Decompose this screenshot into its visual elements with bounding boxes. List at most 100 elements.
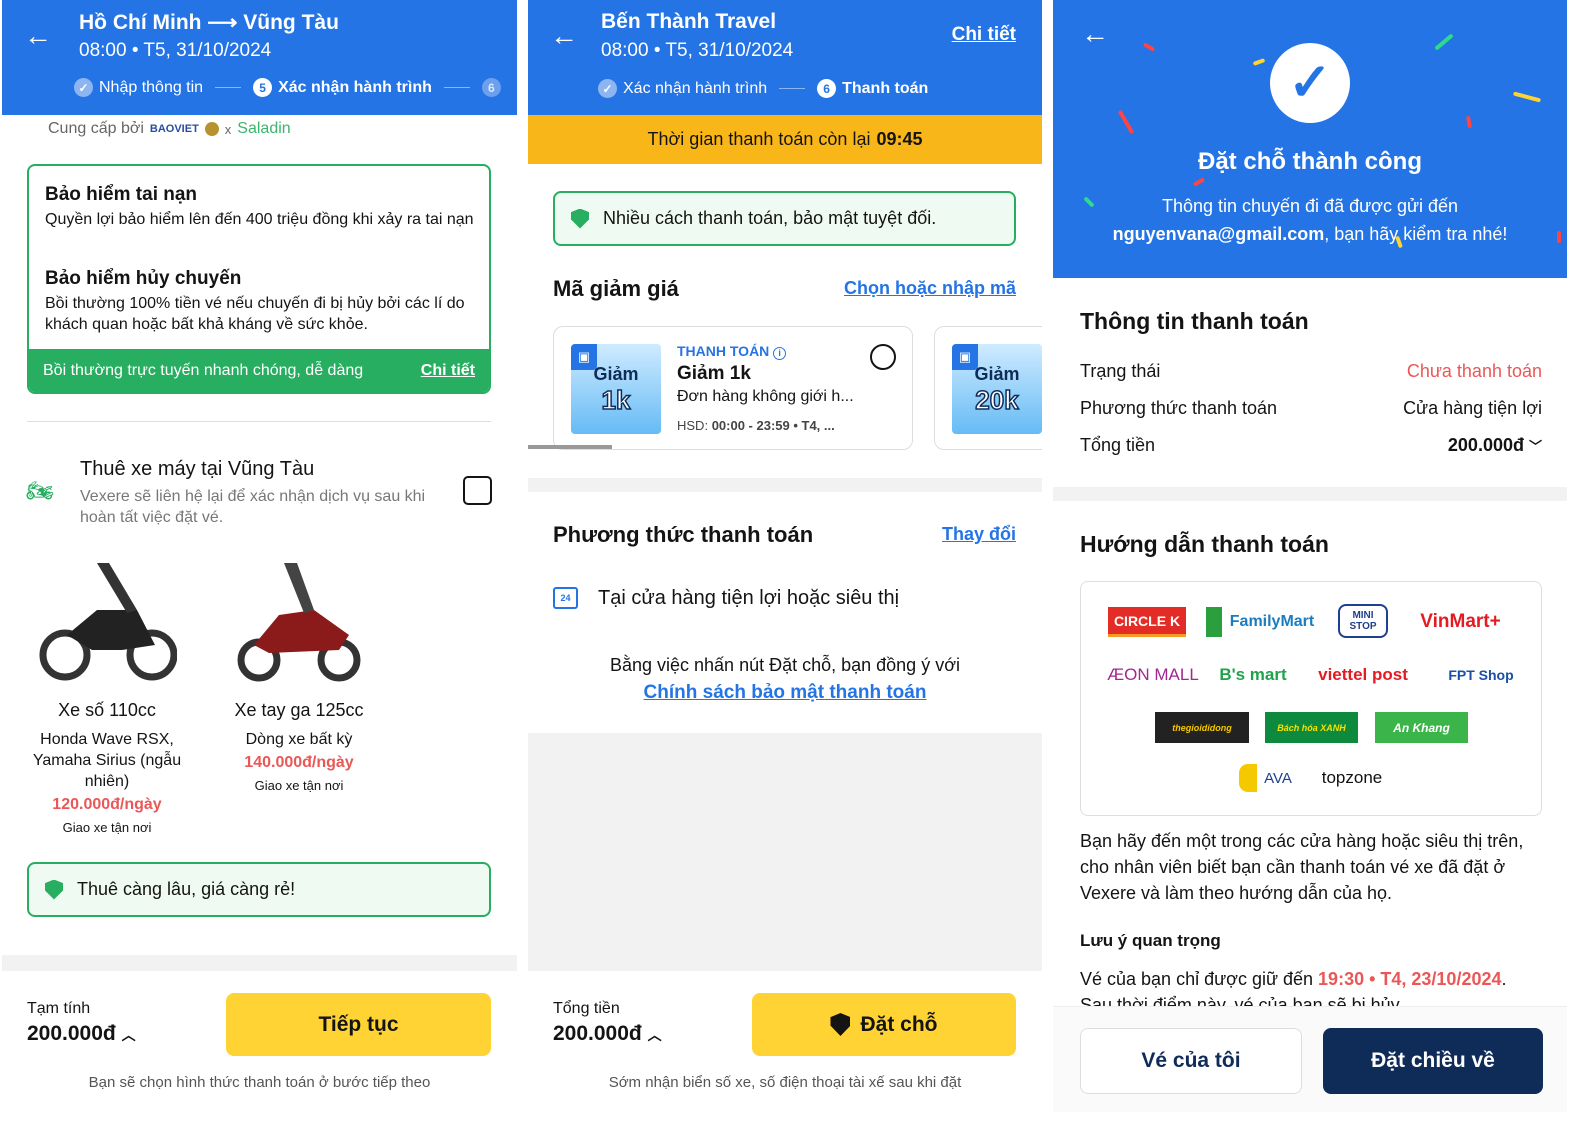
insurance-title: Bảo hiểm tai nạn (45, 184, 198, 205)
step-number: 6 (817, 79, 837, 98)
bike-option[interactable]: Xe tay ga 125cc Dòng xe bất kỳ 140.000đ/… (214, 555, 384, 793)
book-button[interactable]: Đặt chỗ (752, 993, 1016, 1056)
empty-area (528, 733, 1042, 971)
email: nguyenvana@gmail.com (1112, 224, 1325, 244)
hold-deadline: 19:30 • T4, 23/10/2024 (1318, 969, 1502, 989)
book-button-label: Đặt chỗ (860, 1012, 938, 1036)
scooter-image (39, 563, 178, 681)
notice-prefix: Vé của bạn chỉ được giữ đến (1080, 969, 1319, 989)
shield-check-icon (45, 879, 63, 900)
voucher-expiry: HSD: 00:00 - 23:59 • T4, ... (677, 418, 835, 433)
chevron-up-icon: ︿ (647, 1027, 662, 1043)
check-prompt: , bạn hãy kiểm tra nhé! (1324, 224, 1508, 244)
motorbike-icon: 🏍 (26, 478, 54, 503)
voucher-card[interactable]: ▣ Giảm 20k (934, 326, 1042, 450)
expiry-label: HSD: (677, 418, 709, 433)
secure-note-text: Nhiều cách thanh toán, bảo mật tuyệt đối… (603, 208, 937, 228)
screen-booking-success: ← ✓ Đặt chỗ thành công Thông tin chuyến … (1053, 0, 1567, 1112)
return-trip-button[interactable]: Đặt chiều về (1323, 1028, 1543, 1094)
rental-checkbox[interactable] (463, 476, 492, 505)
success-check-icon: ✓ (1270, 43, 1350, 123)
voucher-radio[interactable] (870, 344, 896, 370)
store-logos-box: CIRCLE K FamilyMart MINI STOP VinMart+ Æ… (1080, 581, 1542, 816)
confetti-piece (1434, 33, 1454, 51)
bike-delivery: Giao xe tận nơi (62, 820, 152, 835)
shield-check-icon (571, 208, 589, 229)
back-arrow-icon[interactable]: ← (24, 20, 52, 52)
voucher-image: ▣ Giảm 20k (952, 344, 1042, 434)
step-divider (215, 87, 242, 88)
step-label: Xác nhận hành trình (623, 79, 768, 97)
insurance-desc: Quyền lợi bảo hiểm lên đến 400 triệu đồn… (45, 211, 474, 228)
privacy-policy-link[interactable]: Chính sách bảo mật thanh toán (528, 682, 1042, 704)
timer-label: Thời gian thanh toán còn lại (647, 129, 871, 149)
insurance-card: Bảo hiểm tai nạn Quyền lợi bảo hiểm lên … (27, 164, 491, 394)
discount-title: Mã giảm giá (553, 276, 679, 301)
info-label: Trạng thái (1080, 361, 1161, 381)
bus-icon: ▣ (571, 344, 597, 370)
bike-delivery: Giao xe tận nơi (254, 778, 344, 793)
total-value[interactable]: 200.000đ ﹀ (1448, 435, 1542, 456)
insurance-item: Bảo hiểm hủy chuyến Bồi thường 100% tiền… (45, 268, 475, 335)
ava-logo: AVA (1239, 764, 1299, 792)
choose-code-link[interactable]: Chọn hoặc nhập mã (844, 278, 1016, 299)
departure-time: 08:00 • T5, 31/10/2024 (601, 40, 794, 61)
success-line2: nguyenvana@gmail.com, bạn hãy kiểm tra n… (1053, 224, 1567, 245)
back-arrow-icon[interactable]: ← (1081, 18, 1109, 50)
chevron-down-icon: ﹀ (1528, 439, 1542, 454)
header: ← Hồ Chí Minh ⟶ Vũng Tàu 08:00 • T5, 31/… (2, 0, 517, 115)
secure-note: Nhiều cách thanh toán, bảo mật tuyệt đối… (553, 191, 1016, 246)
operator-title: Bến Thành Travel (601, 10, 777, 33)
voucher-card[interactable]: ▣ Giảm 1k THANH TOÁN i Giảm 1k Đơn hàng … (553, 326, 913, 450)
rental-title: Thuê xe máy tại Vũng Tàu (80, 458, 315, 480)
detail-link[interactable]: Chi tiết (952, 24, 1016, 46)
continue-button[interactable]: Tiếp tục (226, 993, 491, 1056)
confetti-piece (1117, 109, 1135, 135)
back-arrow-icon[interactable]: ← (550, 20, 578, 52)
my-tickets-button[interactable]: Vé của tôi (1080, 1028, 1302, 1094)
insurance-footer-text: Bồi thường trực tuyến nhanh chóng, dễ dà… (43, 361, 364, 379)
screen-payment: ← Bến Thành Travel 08:00 • T5, 31/10/202… (528, 0, 1042, 1112)
bike-name: Xe số 110cc (58, 700, 156, 720)
info-row: Trạng thái Chưa thanh toán (1080, 361, 1542, 382)
confetti-piece (1142, 42, 1156, 52)
success-title: Đặt chỗ thành công (1198, 148, 1422, 175)
total-value[interactable]: 200.000đ ︿ (553, 1022, 662, 1046)
success-header: ← ✓ Đặt chỗ thành công Thông tin chuyến … (1053, 0, 1567, 278)
subtotal-value[interactable]: 200.000đ ︿ (27, 1022, 136, 1046)
total-amount: 200.000đ (553, 1022, 642, 1045)
payment-info-title: Thông tin thanh toán (1080, 308, 1309, 334)
step-number: 6 (481, 78, 501, 97)
payment-method-value: Tại cửa hàng tiện lợi hoặc siêu thị (598, 587, 900, 609)
baoviet-globe-icon (204, 122, 219, 136)
bike-option[interactable]: Xe số 110cc Honda Wave RSX, Yamaha Siriu… (22, 555, 192, 835)
step-label: Nhập thông tin (99, 78, 204, 96)
store-24h-icon: 24 (553, 587, 578, 609)
saladin-logo: Saladin (237, 120, 291, 137)
info-row[interactable]: Tổng tiền 200.000đ ﹀ (1080, 435, 1542, 456)
horizontal-scrollbar[interactable] (528, 445, 612, 449)
rental-desc: Vexere sẽ liên hệ lại để xác nhận dịch v… (80, 488, 426, 526)
insurance-detail-link[interactable]: Chi tiết (421, 362, 475, 380)
voucher-image-value: 1k (601, 384, 631, 416)
ankhang-logo: An Khang (1375, 712, 1468, 743)
change-method-link[interactable]: Thay đổi (942, 524, 1016, 545)
payment-method-title: Phương thức thanh toán (553, 522, 814, 547)
voucher-tag-text: THANH TOÁN (677, 343, 770, 359)
section-gap (528, 478, 1042, 492)
payment-timer: Thời gian thanh toán còn lại 09:45 (528, 115, 1042, 164)
aeonmall-logo: ÆON MALL (1107, 665, 1199, 684)
screen-trip-confirmation: ← Hồ Chí Minh ⟶ Vũng Tàu 08:00 • T5, 31/… (2, 0, 517, 1112)
total-label: Tổng tiền (553, 1000, 620, 1017)
success-line1: Thông tin chuyến đi đã được gửi đến (1161, 196, 1459, 216)
bachhoaxanh-logo: Bách hóa XANH (1265, 712, 1358, 743)
expiry-value: 00:00 - 23:59 • T4, ... (711, 418, 835, 433)
bike-price: 140.000đ/ngày (244, 754, 354, 771)
step-divider (443, 87, 470, 88)
chevron-up-icon: ︿ (121, 1027, 136, 1043)
provider-line: Cung cấp bởi BAOVIET x Saladin (48, 120, 291, 138)
confetti-piece (1465, 115, 1473, 129)
subtotal-label: Tạm tính (27, 1000, 91, 1017)
info-icon[interactable]: i (773, 347, 787, 360)
confetti-piece (1192, 177, 1206, 187)
